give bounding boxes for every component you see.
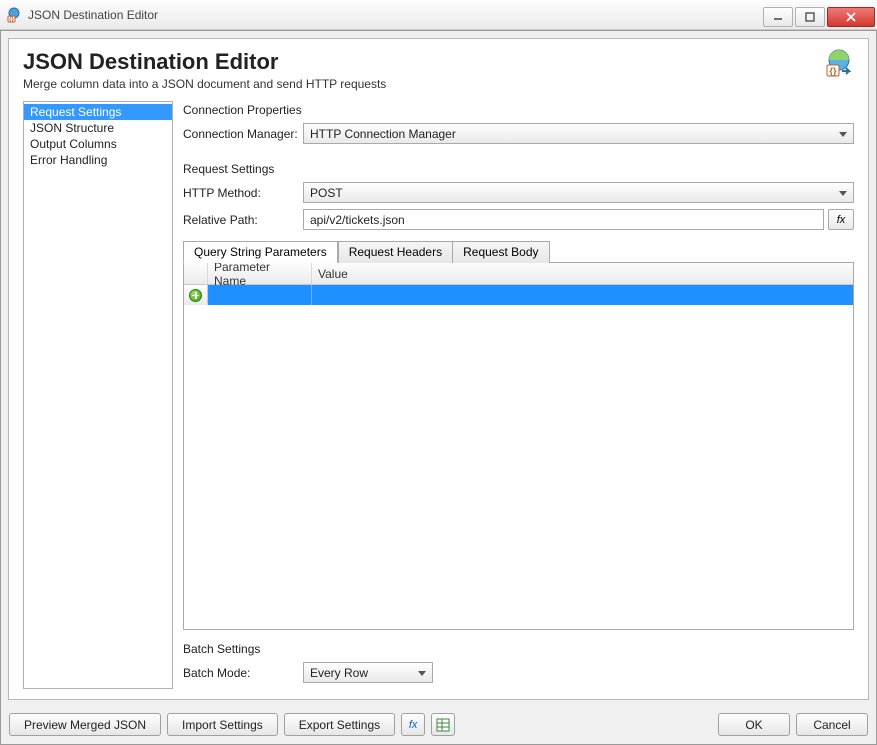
ok-button[interactable]: OK [718, 713, 790, 736]
window-frame: JSON Destination Editor Merge column dat… [0, 30, 877, 745]
sidebar-item-output-columns[interactable]: Output Columns [24, 136, 172, 152]
main-panel: Connection Properties Connection Manager… [183, 101, 854, 689]
import-settings-button[interactable]: Import Settings [167, 713, 278, 736]
svg-text:{}: {} [9, 17, 14, 23]
batch-mode-select[interactable]: Every Row [303, 662, 433, 683]
section-connection-properties: Connection Properties [183, 103, 854, 117]
footer: Preview Merged JSON Import Settings Expo… [1, 707, 876, 744]
page-title: JSON Destination Editor [23, 49, 386, 75]
grid-row[interactable] [184, 285, 853, 305]
maximize-button[interactable] [795, 7, 825, 27]
svg-text:{}: {} [829, 66, 837, 76]
properties-icon [436, 718, 450, 732]
sidebar-item-label: Error Handling [30, 153, 107, 167]
expression-button[interactable]: fx [828, 209, 854, 230]
close-button[interactable] [827, 7, 875, 27]
app-icon: {} [6, 7, 22, 23]
sidebar-item-json-structure[interactable]: JSON Structure [24, 120, 172, 136]
tab-label: Query String Parameters [194, 245, 327, 259]
relative-path-input[interactable] [303, 209, 824, 230]
export-settings-button[interactable]: Export Settings [284, 713, 395, 736]
sidebar-item-error-handling[interactable]: Error Handling [24, 152, 172, 168]
http-method-value: POST [310, 186, 343, 200]
sidebar-item-request-settings[interactable]: Request Settings [24, 104, 172, 120]
page-subtitle: Merge column data into a JSON document a… [23, 77, 386, 91]
tab-label: Request Headers [349, 245, 442, 259]
script-fx-button[interactable]: fx [401, 713, 425, 736]
sidebar-item-label: Request Settings [30, 105, 121, 119]
minimize-button[interactable] [763, 7, 793, 27]
fx-icon: fx [409, 719, 418, 731]
connection-manager-value: HTTP Connection Manager [310, 127, 456, 141]
add-row-button[interactable] [184, 285, 208, 305]
section-batch-settings: Batch Settings [183, 642, 854, 656]
section-request-settings: Request Settings [183, 162, 854, 176]
grid-header-value[interactable]: Value [312, 263, 853, 284]
button-label: Export Settings [299, 718, 380, 732]
plus-icon [189, 289, 202, 302]
button-label: Cancel [813, 718, 850, 732]
http-method-label: HTTP Method: [183, 186, 303, 200]
titlebar: {} JSON Destination Editor [0, 0, 877, 30]
sidebar-item-label: Output Columns [30, 137, 117, 151]
grid-cell-value[interactable] [312, 285, 853, 305]
tab-label: Request Body [463, 245, 538, 259]
connection-manager-label: Connection Manager: [183, 127, 303, 141]
grid-header: Parameter Name Value [184, 263, 853, 285]
grid-header-icon-col [184, 263, 208, 284]
grid-header-name[interactable]: Parameter Name [208, 263, 312, 284]
button-label: Import Settings [182, 718, 263, 732]
button-label: OK [745, 718, 762, 732]
batch-mode-label: Batch Mode: [183, 666, 303, 680]
button-label: Preview Merged JSON [24, 718, 146, 732]
header: JSON Destination Editor Merge column dat… [9, 39, 868, 97]
tab-panel: Parameter Name Value [183, 262, 854, 630]
tab-request-headers[interactable]: Request Headers [338, 241, 453, 263]
properties-button[interactable] [431, 713, 455, 736]
grid-cell-name[interactable] [208, 285, 312, 305]
http-method-select[interactable]: POST [303, 182, 854, 203]
preview-merged-json-button[interactable]: Preview Merged JSON [9, 713, 161, 736]
sidebar: Request Settings JSON Structure Output C… [23, 101, 173, 689]
batch-mode-value: Every Row [310, 666, 368, 680]
tab-request-body[interactable]: Request Body [453, 241, 549, 263]
connection-manager-select[interactable]: HTTP Connection Manager [303, 123, 854, 144]
header-logo-icon: {} [824, 49, 854, 82]
request-tabs: Query String Parameters Request Headers … [183, 240, 854, 262]
relative-path-label: Relative Path: [183, 213, 303, 227]
sidebar-item-label: JSON Structure [30, 121, 114, 135]
grid-body [184, 285, 853, 629]
window-title: JSON Destination Editor [28, 8, 158, 22]
cancel-button[interactable]: Cancel [796, 713, 868, 736]
fx-icon: fx [837, 214, 846, 226]
tab-query-string-parameters[interactable]: Query String Parameters [183, 241, 338, 263]
